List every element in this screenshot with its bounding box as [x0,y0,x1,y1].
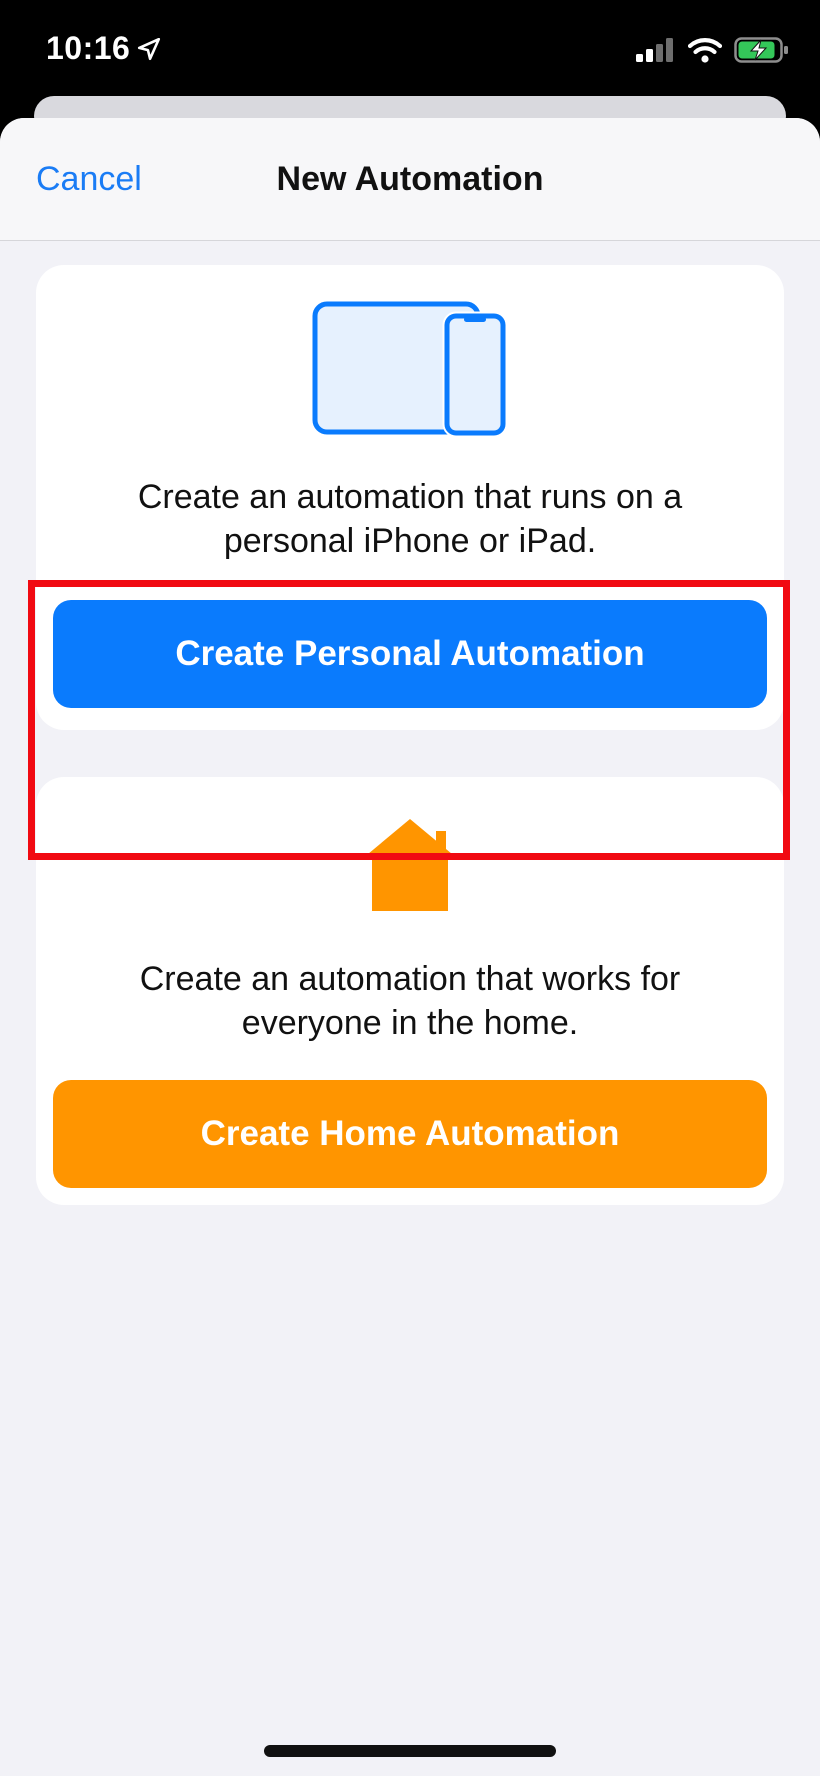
status-icons [636,36,790,64]
ipad-iphone-icon [312,301,508,437]
screen: 10:16 Cancel New Automation Create an au… [0,0,820,1776]
navigation-bar: Cancel New Automation [0,118,820,241]
page-title: New Automation [276,160,544,198]
battery-charging-icon [734,37,788,63]
card-icon-wrapper [36,817,784,913]
card-icon-wrapper [36,301,784,437]
status-time-text: 10:16 [46,30,131,66]
create-personal-automation-button[interactable]: Create Personal Automation [53,600,767,708]
personal-automation-description: Create an automation that runs on a pers… [137,478,683,560]
location-arrow-icon [138,37,161,60]
personal-automation-card: Create an automation that runs on a pers… [36,265,784,730]
new-automation-sheet: Cancel New Automation Create an automati… [0,118,820,1776]
status-time: 10:16 [46,30,162,67]
status-bar: 10:16 [0,0,820,100]
create-home-automation-button[interactable]: Create Home Automation [53,1080,767,1188]
home-automation-card: Create an automation that works for ever… [36,777,784,1205]
home-automation-description: Create an automation that works for ever… [139,960,681,1042]
house-icon [362,819,458,911]
cellular-signal-icon [636,38,673,62]
wifi-icon [688,38,722,63]
home-indicator[interactable] [264,1745,556,1757]
